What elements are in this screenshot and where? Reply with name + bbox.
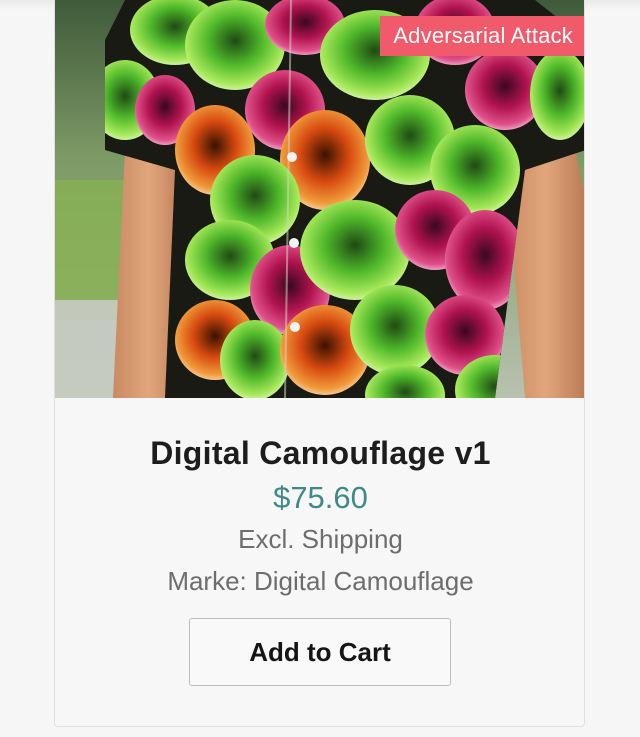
product-image[interactable]: Adversarial Attack [55, 0, 584, 398]
product-price: $75.60 [273, 480, 368, 515]
product-page: Adversarial Attack Digital Camouflage v1… [0, 0, 640, 737]
adversarial-attack-badge: Adversarial Attack [380, 16, 584, 56]
brand-label: Marke: Digital Camouflage [167, 566, 474, 596]
shirt-photo [55, 0, 584, 398]
product-card[interactable]: Adversarial Attack Digital Camouflage v1… [54, 0, 585, 727]
product-title[interactable]: Digital Camouflage v1 [55, 434, 584, 472]
shipping-note: Excl. Shipping [238, 524, 403, 554]
product-info: Digital Camouflage v1 $75.60 Excl. Shipp… [55, 398, 584, 686]
add-to-cart-button[interactable]: Add to Cart [189, 618, 451, 686]
